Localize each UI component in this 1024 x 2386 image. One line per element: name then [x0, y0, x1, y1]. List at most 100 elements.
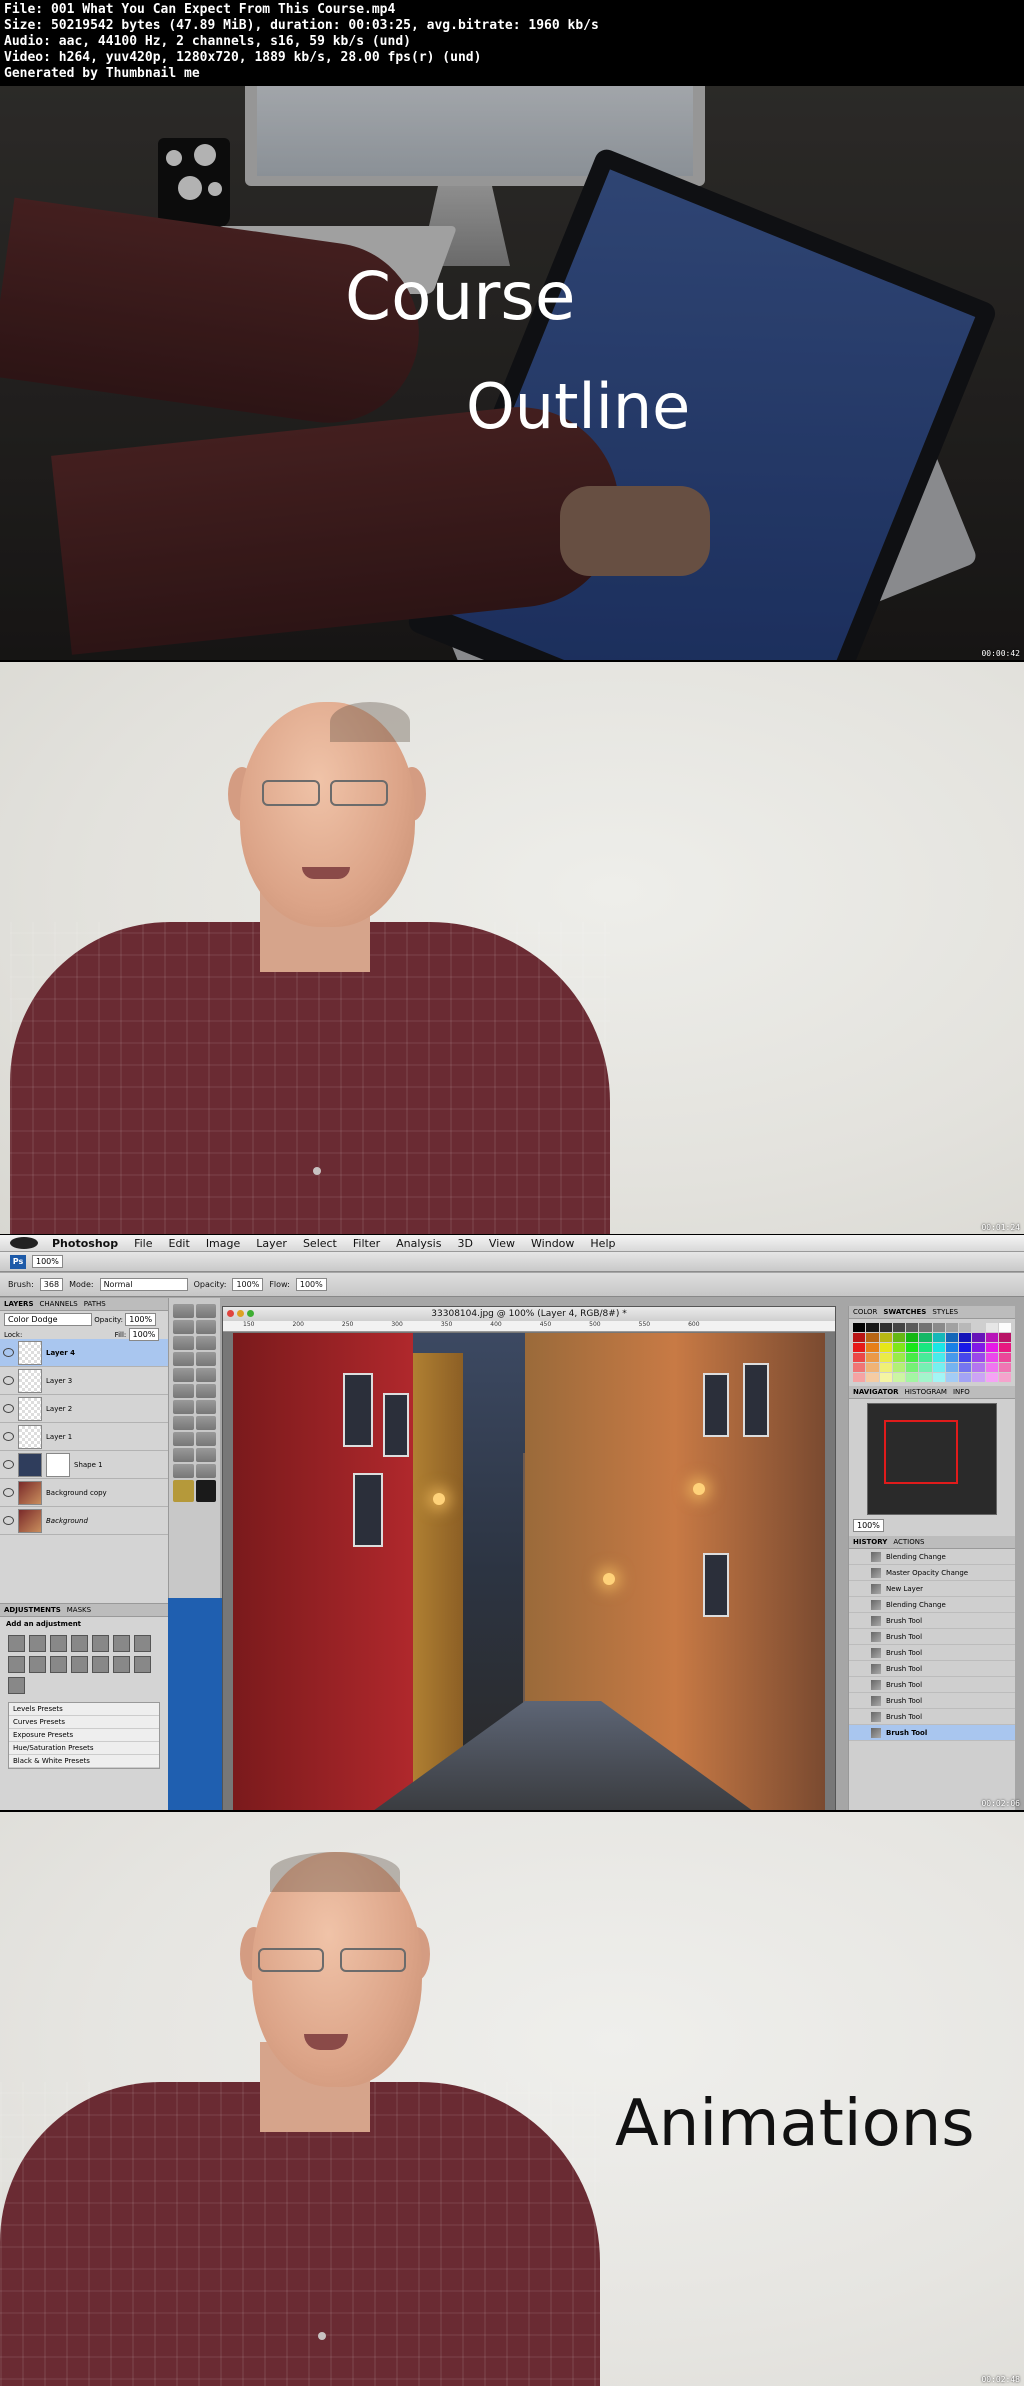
background-color-swatch[interactable]: [195, 1480, 216, 1502]
swatch[interactable]: [945, 1323, 958, 1332]
layer-opacity-field[interactable]: 100%: [125, 1313, 157, 1326]
swatch[interactable]: [959, 1343, 972, 1352]
swatch[interactable]: [998, 1323, 1011, 1332]
swatch[interactable]: [945, 1363, 958, 1372]
zoom-icon[interactable]: [247, 1310, 254, 1317]
marquee-tool-icon[interactable]: [173, 1304, 194, 1318]
history-item[interactable]: Brush Tool: [849, 1661, 1015, 1677]
swatch[interactable]: [853, 1373, 866, 1382]
menu-layer[interactable]: Layer: [248, 1237, 295, 1250]
swatch[interactable]: [879, 1333, 892, 1342]
layer-row[interactable]: Layer 2: [0, 1395, 168, 1423]
tab-color[interactable]: COLOR: [853, 1308, 877, 1316]
zoom-select[interactable]: 100%: [32, 1255, 63, 1268]
history-item[interactable]: Blending Change: [849, 1549, 1015, 1565]
history-item[interactable]: Brush Tool: [849, 1693, 1015, 1709]
history-item[interactable]: Brush Tool: [849, 1677, 1015, 1693]
stamp-tool-icon[interactable]: [173, 1368, 194, 1382]
levels-icon[interactable]: [29, 1635, 46, 1652]
swatch[interactable]: [972, 1363, 985, 1372]
swatch[interactable]: [906, 1323, 919, 1332]
dodge-tool-icon[interactable]: [195, 1400, 216, 1414]
navigator-view-box[interactable]: [884, 1420, 958, 1484]
brush-size[interactable]: 368: [39, 1278, 64, 1291]
swatch[interactable]: [985, 1363, 998, 1372]
hue-icon[interactable]: [113, 1635, 130, 1652]
swatch[interactable]: [972, 1323, 985, 1332]
opacity-field[interactable]: 100%: [232, 1278, 264, 1291]
list-item[interactable]: Hue/Saturation Presets: [9, 1742, 159, 1755]
swatch[interactable]: [972, 1343, 985, 1352]
history-item[interactable]: Brush Tool: [849, 1709, 1015, 1725]
swatch[interactable]: [892, 1333, 905, 1342]
tab-layers[interactable]: LAYERS: [4, 1300, 34, 1308]
swatch[interactable]: [906, 1363, 919, 1372]
swatch[interactable]: [985, 1343, 998, 1352]
tab-adjustments[interactable]: ADJUSTMENTS: [4, 1606, 61, 1614]
swatch[interactable]: [892, 1343, 905, 1352]
canvas-image-street[interactable]: [233, 1333, 825, 1810]
swatch[interactable]: [919, 1343, 932, 1352]
swatch[interactable]: [853, 1363, 866, 1372]
eye-icon[interactable]: [3, 1376, 14, 1385]
swatch[interactable]: [998, 1343, 1011, 1352]
swatch[interactable]: [945, 1353, 958, 1362]
swatch[interactable]: [972, 1353, 985, 1362]
minimize-icon[interactable]: [237, 1310, 244, 1317]
tab-history[interactable]: HISTORY: [853, 1538, 887, 1546]
hand-tool-icon[interactable]: [173, 1464, 194, 1478]
history-item[interactable]: Brush Tool: [849, 1613, 1015, 1629]
swatch[interactable]: [945, 1373, 958, 1382]
swatch[interactable]: [932, 1373, 945, 1382]
swatch[interactable]: [998, 1353, 1011, 1362]
swatch[interactable]: [906, 1373, 919, 1382]
vibrance-icon[interactable]: [92, 1635, 109, 1652]
eye-icon[interactable]: [3, 1348, 14, 1357]
history-item[interactable]: Master Opacity Change: [849, 1565, 1015, 1581]
swatch[interactable]: [879, 1373, 892, 1382]
menu-select[interactable]: Select: [295, 1237, 345, 1250]
curves-icon[interactable]: [50, 1635, 67, 1652]
tab-info[interactable]: INFO: [953, 1388, 970, 1396]
gradient-tool-icon[interactable]: [195, 1384, 216, 1398]
menu-image[interactable]: Image: [198, 1237, 248, 1250]
list-item[interactable]: Exposure Presets: [9, 1729, 159, 1742]
swatch[interactable]: [998, 1333, 1011, 1342]
swatch[interactable]: [892, 1353, 905, 1362]
foreground-color-swatch[interactable]: [173, 1480, 194, 1502]
menu-window[interactable]: Window: [523, 1237, 582, 1250]
eye-icon[interactable]: [3, 1516, 14, 1525]
swatch[interactable]: [959, 1323, 972, 1332]
history-item[interactable]: Blending Change: [849, 1597, 1015, 1613]
history-item[interactable]: Brush Tool: [849, 1629, 1015, 1645]
invert-icon[interactable]: [71, 1656, 88, 1673]
layer-row[interactable]: Background copy: [0, 1479, 168, 1507]
pen-tool-icon[interactable]: [173, 1416, 194, 1430]
swatch[interactable]: [853, 1343, 866, 1352]
swatch[interactable]: [906, 1343, 919, 1352]
swatch[interactable]: [945, 1343, 958, 1352]
swatch[interactable]: [866, 1323, 879, 1332]
list-item[interactable]: Black & White Presets: [9, 1755, 159, 1768]
swatch[interactable]: [932, 1353, 945, 1362]
swatch[interactable]: [932, 1363, 945, 1372]
brightness-icon[interactable]: [8, 1635, 25, 1652]
swatch[interactable]: [959, 1373, 972, 1382]
tab-styles[interactable]: STYLES: [932, 1308, 958, 1316]
tab-swatches[interactable]: SWATCHES: [883, 1308, 926, 1316]
history-brush-icon[interactable]: [195, 1368, 216, 1382]
close-icon[interactable]: [227, 1310, 234, 1317]
history-item[interactable]: New Layer: [849, 1581, 1015, 1597]
tab-channels[interactable]: CHANNELS: [40, 1300, 78, 1308]
selective-color-icon[interactable]: [8, 1677, 25, 1694]
swatch[interactable]: [932, 1343, 945, 1352]
swatch[interactable]: [998, 1363, 1011, 1372]
menu-file[interactable]: File: [126, 1237, 160, 1250]
tab-masks[interactable]: MASKS: [67, 1606, 91, 1614]
menu-filter[interactable]: Filter: [345, 1237, 388, 1250]
eye-icon[interactable]: [3, 1460, 14, 1469]
navigator-zoom[interactable]: 100%: [853, 1519, 884, 1532]
swatch-grid[interactable]: [849, 1319, 1015, 1386]
brush-tool-icon[interactable]: [195, 1352, 216, 1366]
swatch[interactable]: [919, 1333, 932, 1342]
